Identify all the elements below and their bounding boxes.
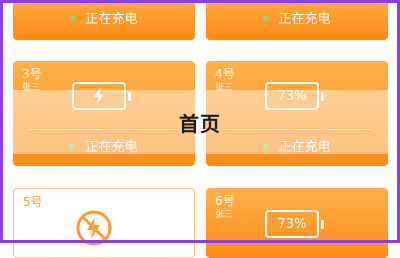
charger-card-2[interactable]: 正在充电 bbox=[206, 0, 388, 40]
charger-number: 4号 bbox=[215, 67, 235, 81]
charger-card-6[interactable]: 6号 张三 73% bbox=[206, 188, 388, 258]
charger-owner: 张三 bbox=[215, 210, 234, 220]
battery-icon: 73% bbox=[265, 210, 324, 238]
status-dot-icon bbox=[70, 16, 76, 21]
status-text: 正在充电 bbox=[278, 12, 331, 27]
card-divider bbox=[222, 0, 372, 1]
page-title-overlay: 首页 bbox=[0, 90, 400, 154]
battery-level: 73% bbox=[277, 216, 307, 232]
charger-card-5[interactable]: 5号 bbox=[13, 188, 195, 258]
charging-status: 正在充电 bbox=[13, 12, 195, 28]
charger-number: 6号 bbox=[215, 194, 235, 208]
charger-number: 5号 bbox=[23, 195, 43, 209]
charging-status: 正在充电 bbox=[206, 12, 388, 28]
charger-card-1[interactable]: 正在充电 bbox=[13, 0, 195, 40]
page-title: 首页 bbox=[179, 111, 221, 136]
card-divider bbox=[29, 0, 179, 1]
not-charging-icon bbox=[76, 210, 112, 246]
status-dot-icon bbox=[263, 16, 269, 21]
charger-number: 3号 bbox=[22, 67, 42, 81]
status-text: 正在充电 bbox=[85, 12, 138, 27]
